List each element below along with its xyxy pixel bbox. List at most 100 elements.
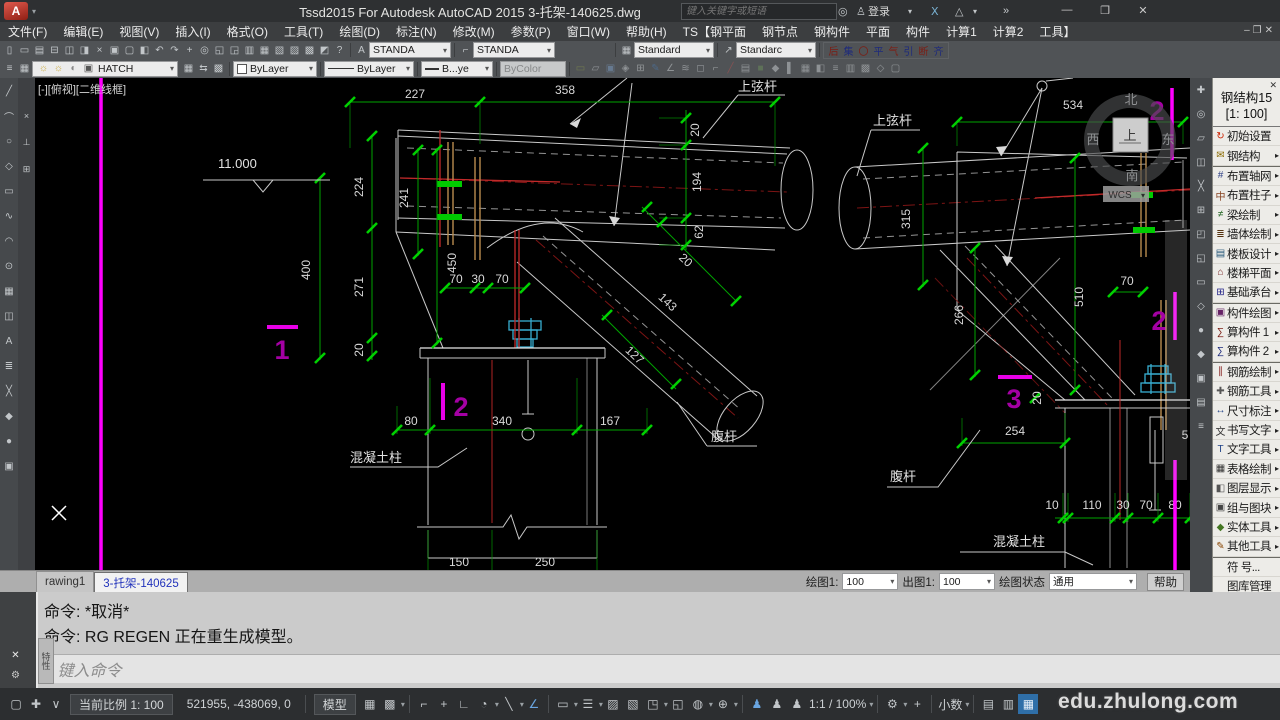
table-style-combo[interactable]: Standard▾ (634, 42, 714, 58)
palette-item-基础承台[interactable]: ⊞基础承台▸ (1213, 283, 1280, 302)
menu-item-工具】[interactable]: 工具】 (1031, 23, 1083, 40)
tool-d-icon[interactable]: ◈ (618, 61, 633, 76)
polygon-icon[interactable]: ◇ (2, 159, 17, 174)
menu-item-计算1[interactable]: 计算1 (938, 23, 985, 40)
wcs-label[interactable]: WCS (1108, 190, 1132, 201)
pedit-icon[interactable]: ≡ (1194, 419, 1209, 434)
ts-dim-4-icon[interactable]: 平 (871, 43, 886, 58)
snap-mode-dropdown-icon[interactable]: ▾ (401, 700, 405, 709)
tool-h-icon[interactable]: ≋ (678, 61, 693, 76)
layer-iso-icon[interactable]: ▩ (211, 61, 226, 76)
block-editor-icon[interactable]: ◩ (317, 43, 332, 58)
search-binoculars-icon[interactable]: ◎ (838, 5, 848, 18)
anchor-icon[interactable]: ⊥ (19, 135, 34, 150)
draw-state-combo[interactable]: 通用▾ (1049, 573, 1137, 590)
dim-style-icon[interactable]: ⌐ (458, 43, 473, 58)
exchange-x-icon[interactable]: Ⅹ (931, 5, 939, 18)
units-value[interactable]: 小数 (938, 696, 962, 713)
quick-view-icon[interactable]: ▧ (623, 694, 643, 714)
linetype-combo[interactable]: ByLayer▾ (324, 61, 414, 77)
layer-lock-icon[interactable]: ◐ (66, 61, 81, 76)
viewcube-south[interactable]: 南 (1125, 168, 1138, 183)
snap-mode-icon[interactable]: ▩ (380, 694, 400, 714)
rotate-icon[interactable]: ◎ (1194, 107, 1209, 122)
palette-item-墙体绘制[interactable]: ≣墙体绘制▸ (1213, 225, 1280, 244)
arc-2-icon[interactable]: ◠ (2, 234, 17, 249)
clean-screen-icon[interactable]: ▦ (1018, 694, 1038, 714)
menu-item-窗口(W)[interactable]: 窗口(W) (559, 23, 618, 40)
layer-properties-icon[interactable]: ≡ (2, 61, 17, 76)
undo-icon[interactable]: ↶ (152, 43, 167, 58)
viewcube-north[interactable]: 北 (1124, 92, 1137, 107)
palette-item-楼梯平面[interactable]: ⌂楼梯平面▸ (1213, 264, 1280, 283)
mleader-style-combo[interactable]: Standarc▾ (736, 42, 816, 58)
tool-i-icon[interactable]: ◻ (693, 61, 708, 76)
minimize-button[interactable]: — (1048, 0, 1086, 20)
restore-button[interactable]: ❐ (1086, 0, 1124, 20)
paste-icon[interactable]: ▢ (122, 43, 137, 58)
tool-o-icon[interactable]: ▌ (783, 61, 798, 76)
tool-a-icon[interactable]: ▭ (573, 61, 588, 76)
menu-item-视图(V)[interactable]: 视图(V) (111, 23, 167, 40)
properties-icon[interactable]: ▥ (242, 43, 257, 58)
region-icon[interactable]: ◫ (2, 309, 17, 324)
tool-palettes-icon[interactable]: ▧ (272, 43, 287, 58)
viewcube[interactable]: 上 北 西 东 南 WCS ▾ (1086, 92, 1174, 202)
save-icon[interactable]: ▤ (32, 43, 47, 58)
menu-item-格式(O)[interactable]: 格式(O) (219, 23, 276, 40)
palette-item-构件绘图[interactable]: ▣构件绘图▸ (1213, 304, 1280, 323)
ortho-icon[interactable]: ∟ (454, 694, 474, 714)
publish-icon[interactable]: ◨ (77, 43, 92, 58)
table-style-icon[interactable]: ▦ (619, 43, 634, 58)
logo-dropdown-icon[interactable]: ▾ (32, 7, 36, 16)
autocad-logo-icon[interactable]: A (4, 2, 28, 20)
tool-p-icon[interactable]: ▦ (798, 61, 813, 76)
palette-item-钢筋绘制[interactable]: ∥钢筋绘制▸ (1213, 363, 1280, 382)
menu-item-帮助(H)[interactable]: 帮助(H) (618, 23, 675, 40)
dynamic-input-icon[interactable]: + (434, 694, 454, 714)
extend-icon[interactable]: ▭ (1194, 275, 1209, 290)
palette-item-钢筋工具[interactable]: ✚钢筋工具▸ (1213, 382, 1280, 401)
stretch-icon[interactable]: ▱ (1194, 131, 1209, 146)
gradient-icon[interactable]: ▣ (2, 459, 17, 474)
palette-item-楼板设计[interactable]: ▤楼板设计▸ (1213, 244, 1280, 263)
annotation-scale-icon[interactable]: ♟ (787, 694, 807, 714)
ts-dim-2-icon[interactable]: 集 (841, 43, 856, 58)
tab-active-drawing[interactable]: 3-托架-140625 (94, 572, 187, 593)
palette-item-其他工具[interactable]: ✎其他工具▸ (1213, 537, 1280, 556)
trim-icon[interactable]: ◱ (1194, 251, 1209, 266)
layer-states-icon[interactable]: ▦ (17, 61, 32, 76)
plot-scale-combo[interactable]: 100▾ (939, 573, 995, 590)
wcs-arrow-icon[interactable]: ▾ (1141, 191, 1145, 200)
redo-icon[interactable]: ↷ (167, 43, 182, 58)
palette-item-文字工具[interactable]: T文字工具▸ (1213, 440, 1280, 459)
palette-item-表格绘制[interactable]: ▦表格绘制▸ (1213, 460, 1280, 479)
tool-q-icon[interactable]: ◧ (813, 61, 828, 76)
current-scale-button[interactable]: 当前比例 1: 100 (70, 694, 173, 715)
menu-item-标注(N)[interactable]: 标注(N) (388, 23, 445, 40)
text-style-combo[interactable]: STANDA▾ (369, 42, 451, 58)
layer-combo[interactable]: ☼☼◐▣ HATCH ▾ (32, 61, 178, 77)
layer-color-icon[interactable]: ▣ (81, 61, 96, 76)
osnap-icon[interactable]: ╲ (499, 694, 519, 714)
copy-icon[interactable]: ▣ (107, 43, 122, 58)
palette-item-初始设置[interactable]: ↻初始设置 (1213, 127, 1280, 146)
isolate-crosshair-icon[interactable]: + (907, 694, 927, 714)
signin-dropdown-icon[interactable]: ▾ (908, 7, 912, 16)
menu-item-修改(M)[interactable]: 修改(M) (445, 23, 503, 40)
help-icon[interactable]: ? (332, 43, 347, 58)
help-button[interactable]: 帮助 (1147, 573, 1184, 591)
design-center-icon[interactable]: ▦ (257, 43, 272, 58)
zoom-window-icon[interactable]: ◱ (212, 43, 227, 58)
markup-icon[interactable]: ▩ (302, 43, 317, 58)
grid-panel-icon[interactable]: ⊞ (19, 162, 34, 177)
tool-v-icon[interactable]: ▢ (888, 61, 903, 76)
user-icon[interactable]: ♙ (856, 5, 866, 18)
make-current-icon[interactable]: ▦ (181, 61, 196, 76)
add-scale-icon[interactable]: ✚ (26, 694, 46, 714)
text-icon[interactable]: A (2, 334, 17, 349)
model-button[interactable]: 模型 (314, 694, 356, 715)
menu-item-插入(I)[interactable]: 插入(I) (167, 23, 218, 40)
toolbar-overflow-icon[interactable]: » (1003, 5, 1009, 17)
filter-icon[interactable]: ◍ (688, 694, 708, 714)
